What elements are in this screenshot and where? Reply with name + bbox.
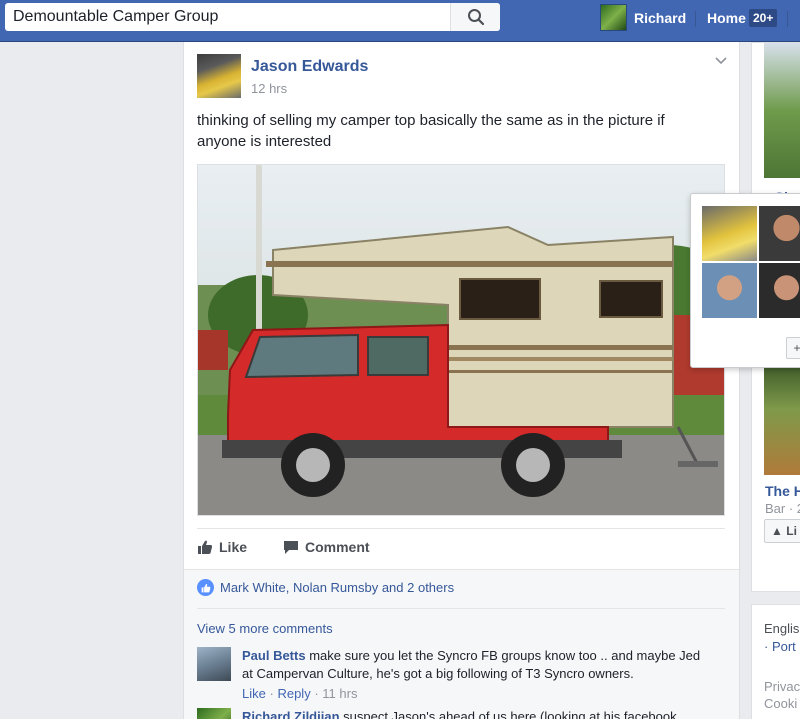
page-cover-image[interactable]	[764, 43, 800, 178]
thumbs-up-icon	[198, 540, 212, 554]
page-like-button[interactable]: ▲ Li	[764, 519, 800, 543]
suggested-page-info: Bar · 2	[765, 501, 800, 516]
comment-text: suspect Jason's ahead of us here (lookin…	[343, 709, 677, 719]
add-button[interactable]: +	[786, 337, 800, 359]
search-input[interactable]: Demountable Camper Group	[5, 8, 450, 26]
search-icon	[467, 9, 484, 26]
comment-label: Comment	[305, 539, 370, 555]
profile-link[interactable]: Richard	[600, 4, 686, 31]
comment-author[interactable]: Richard Zildjian	[242, 709, 340, 719]
comment-like-link[interactable]: Like	[242, 686, 266, 701]
search-button[interactable]	[450, 3, 500, 31]
friends-hover-popup: +	[690, 193, 800, 368]
chevron-down-icon[interactable]	[714, 56, 728, 66]
post-author[interactable]: Jason Edwards	[251, 58, 368, 76]
comment-text: make sure you let the Syncro FB groups k…	[242, 648, 701, 681]
post-text: thinking of selling my camper top basica…	[197, 112, 665, 150]
friend-photo[interactable]	[702, 263, 757, 318]
reaction-names: Mark White, Nolan Rumsby and 2 others	[220, 580, 455, 595]
comment-item: Richard Zildjian suspect Jason's ahead o…	[197, 708, 725, 719]
page-cover-image[interactable]	[764, 365, 800, 475]
post-timestamp[interactable]: 12 hrs	[251, 81, 287, 96]
nav-divider	[695, 11, 696, 27]
home-notification-badge: 20+	[749, 9, 778, 27]
author-avatar[interactable]	[197, 54, 241, 98]
comment-reply-link[interactable]: Reply	[277, 686, 310, 701]
page-like-label: Li	[786, 524, 797, 538]
right-legal-card: Privac Cooki	[751, 672, 800, 719]
meta-separator: ·	[269, 686, 274, 701]
top-navigation-bar: Demountable Camper Group Richard Home 20…	[0, 0, 800, 42]
post-photo[interactable]	[197, 164, 725, 516]
home-link[interactable]: Home	[707, 10, 746, 26]
like-reaction-icon	[197, 579, 214, 596]
actions-divider	[197, 528, 725, 529]
thumbs-up-icon: ▲	[771, 524, 783, 538]
meta-separator: ·	[314, 686, 319, 701]
language-portuguese[interactable]: · Port	[764, 639, 796, 654]
like-button[interactable]: Like	[197, 539, 247, 555]
comment-icon	[284, 541, 298, 554]
comment-avatar[interactable]	[197, 647, 231, 681]
comment-avatar[interactable]	[197, 708, 231, 719]
cookies-link[interactable]: Cooki	[764, 696, 797, 711]
privacy-link[interactable]: Privac	[764, 679, 800, 694]
comments-divider	[197, 608, 725, 609]
feed-post: Jason Edwards 12 hrs thinking of selling…	[183, 42, 740, 719]
view-more-comments-link[interactable]: View 5 more comments	[197, 621, 333, 636]
comment-author[interactable]: Paul Betts	[242, 648, 306, 663]
friend-photo[interactable]	[759, 206, 800, 261]
reaction-summary[interactable]: Mark White, Nolan Rumsby and 2 others	[197, 579, 454, 596]
search-box[interactable]: Demountable Camper Group	[5, 3, 500, 31]
suggested-page-link[interactable]: The H	[765, 483, 800, 499]
profile-name: Richard	[634, 9, 687, 26]
friend-photo[interactable]	[702, 206, 757, 261]
friend-photo[interactable]	[759, 263, 800, 318]
reactions-and-comments: Mark White, Nolan Rumsby and 2 others Vi…	[184, 569, 739, 719]
comment-button[interactable]: Comment	[283, 539, 370, 555]
language-english[interactable]: Englis	[764, 621, 799, 636]
comment-meta: Like · Reply · 11 hrs	[242, 685, 702, 703]
like-label: Like	[219, 539, 248, 555]
comment-time[interactable]: 11 hrs	[322, 686, 357, 701]
profile-avatar	[600, 4, 627, 31]
comment-item: Paul Betts make sure you let the Syncro …	[197, 647, 725, 701]
nav-divider	[787, 11, 788, 27]
